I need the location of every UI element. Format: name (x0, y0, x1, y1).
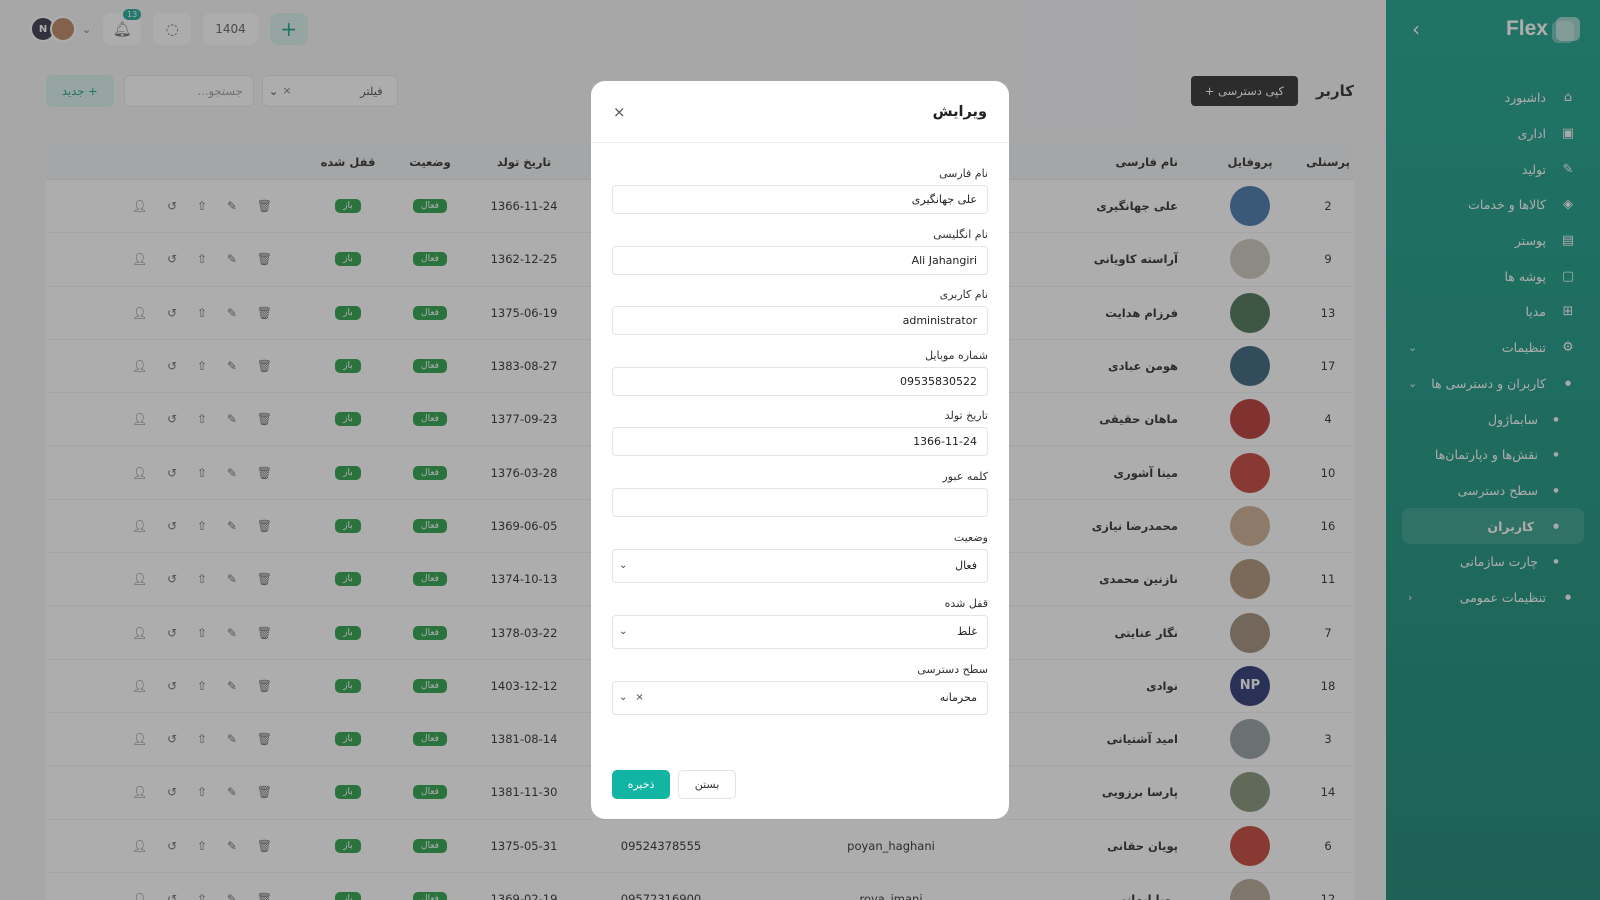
select-value: غلط (957, 625, 977, 639)
save-button[interactable]: ذخیره (612, 770, 670, 799)
field-label: نام انگلیسی (933, 227, 988, 241)
dialog-form: نام فارسی علی جهانگیری نام انگلیسی Ali Jaha… (591, 143, 1009, 725)
select-field[interactable]: فعال ⌄ (612, 548, 988, 583)
chevron-down-icon: ⌄ (619, 692, 628, 704)
field-label: سطح دسترسی (917, 662, 988, 676)
edit-dialog: ویرایش × نام فارسی علی جهانگیری نام انگلیس… (591, 81, 1009, 819)
cancel-button[interactable]: بستن (678, 770, 736, 799)
field-label: تاریخ تولد (944, 409, 988, 423)
text-field[interactable]: Ali Jahangiri (612, 245, 988, 275)
text-field[interactable]: administrator (612, 306, 988, 336)
select-field[interactable]: محرمانه × ⌄ (612, 680, 988, 715)
field-label: وضعیت (953, 530, 988, 544)
field-label: نام فارسی (938, 167, 988, 180)
form-group: وضعیت فعال ⌄ (612, 527, 988, 593)
form-group: نام فارسی علی جهانگیری (612, 163, 988, 224)
form-group: نام کاربری administrator (612, 284, 988, 345)
close-icon[interactable]: × (613, 103, 626, 121)
chevron-down-icon: ⌄ (619, 626, 628, 638)
select-value: فعال (955, 559, 977, 573)
form-group: شماره موبایل 09535830522 (612, 345, 988, 406)
text-field[interactable]: 1366-11-24 (612, 427, 988, 457)
form-group: نام انگلیسی Ali Jahangiri (612, 224, 988, 285)
field-label: قفل شده (944, 596, 988, 610)
select-value: محرمانه (939, 691, 977, 705)
form-group: قفل شده غلط ⌄ (612, 593, 988, 659)
form-group: کلمه عبور (612, 466, 988, 527)
field-label: شماره موبایل (925, 348, 988, 362)
clear-icon[interactable]: × (635, 692, 643, 703)
form-group: سطح دسترسی محرمانه × ⌄ (612, 659, 988, 725)
text-field[interactable] (612, 487, 988, 517)
chevron-down-icon: ⌄ (619, 560, 628, 572)
dialog-title: ویرایش (932, 103, 987, 120)
text-field[interactable]: 09535830522 (612, 366, 988, 396)
dialog-header: ویرایش × (591, 81, 1009, 143)
text-field[interactable]: علی جهانگیری (612, 185, 988, 214)
select-field[interactable]: غلط ⌄ (612, 614, 988, 649)
field-label: کلمه عبور (942, 469, 988, 483)
field-label: نام کاربری (939, 288, 988, 302)
dialog-footer: ذخیره بستن (612, 770, 736, 799)
form-group: تاریخ تولد 1366-11-24 (612, 405, 988, 466)
